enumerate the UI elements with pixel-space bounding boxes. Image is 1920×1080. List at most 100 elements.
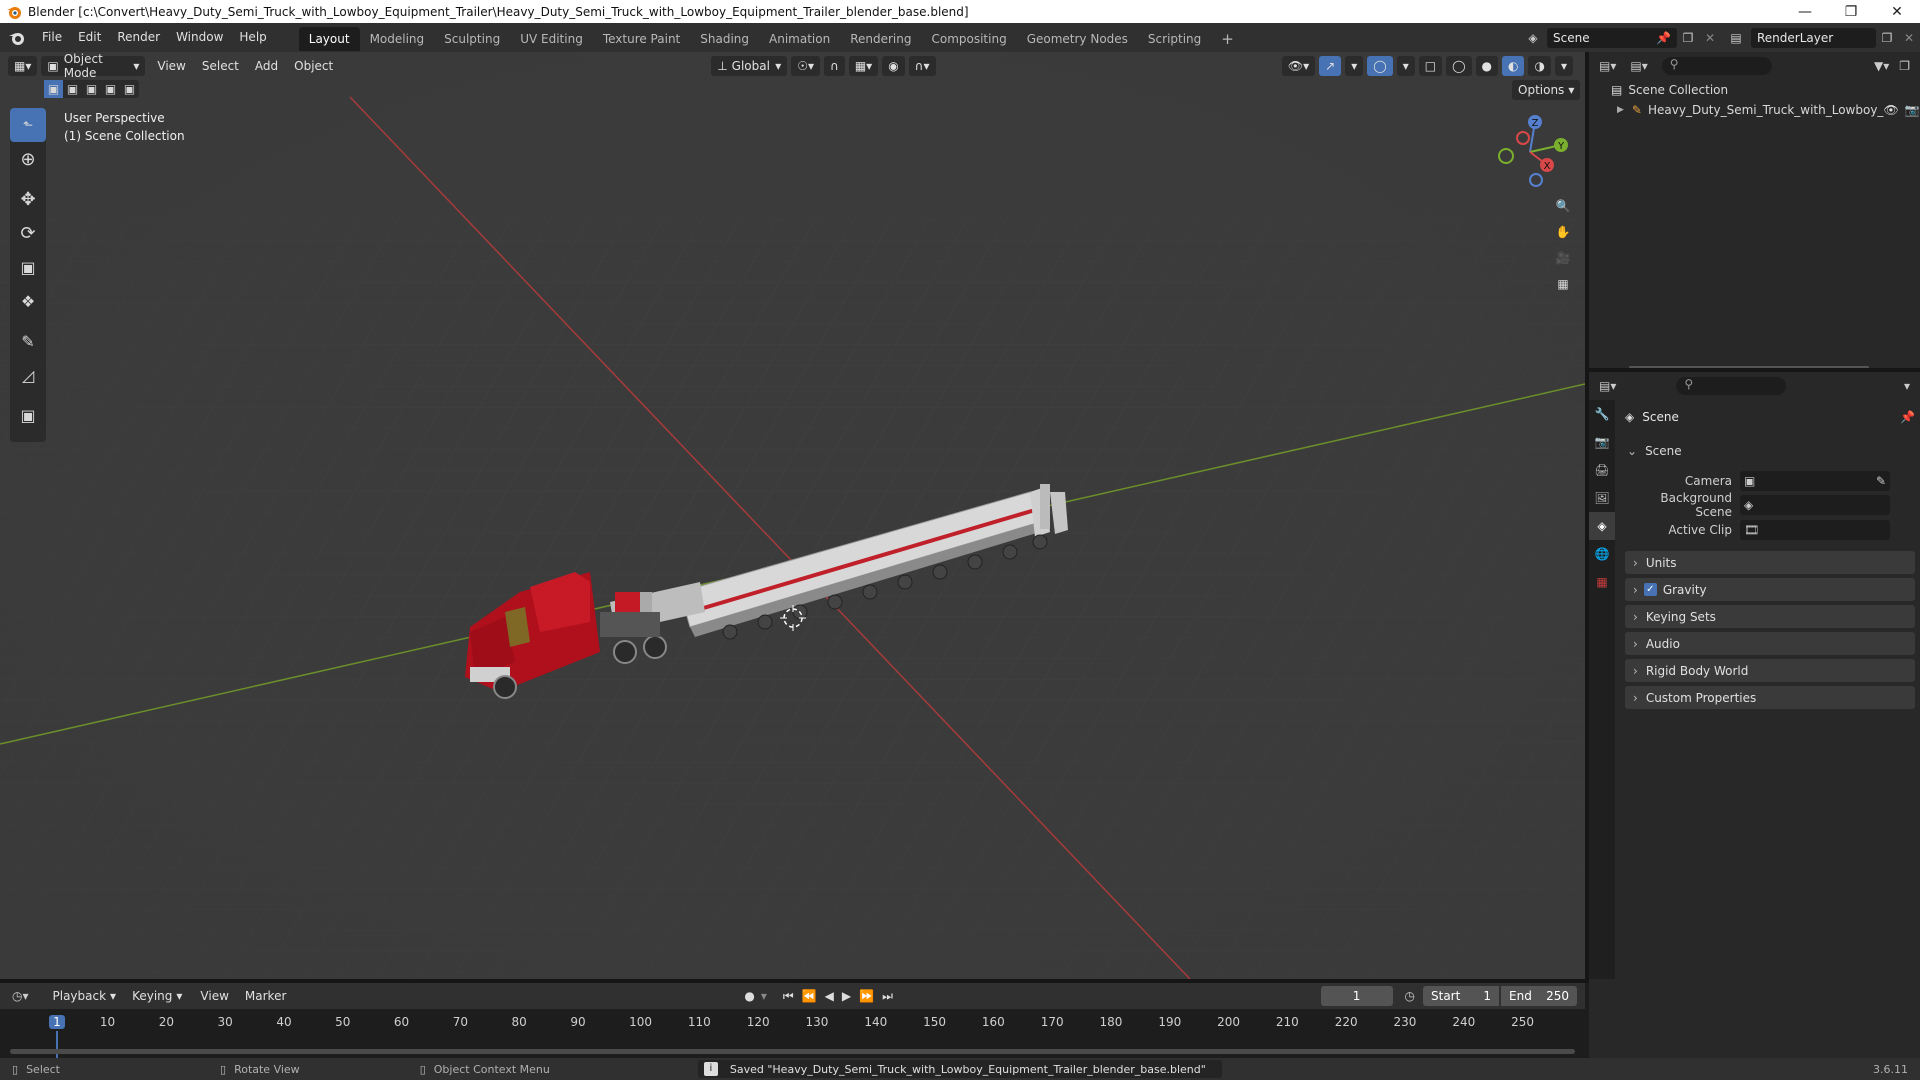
menu-timeline-view[interactable]: View	[192, 989, 236, 1003]
prev-keyframe-icon[interactable]: ⏪	[802, 989, 817, 1003]
outliner-search-field[interactable]: ⚲	[1661, 57, 1772, 75]
editor-type-button[interactable]: ▦ ▾	[8, 56, 38, 76]
3d-viewport[interactable]	[0, 52, 1585, 979]
view-layer-selector[interactable]: RenderLayer	[1751, 27, 1876, 48]
tab-animation[interactable]: Animation	[759, 27, 840, 51]
select-invert-icon[interactable]: ▣	[101, 80, 120, 98]
tab-geometry-nodes[interactable]: Geometry Nodes	[1017, 27, 1138, 51]
tab-uv-editing[interactable]: UV Editing	[510, 27, 593, 51]
add-cube-tool[interactable]: ▣	[10, 398, 46, 432]
eye-icon[interactable]: 👁	[1883, 103, 1898, 117]
move-tool[interactable]: ✥	[10, 182, 46, 216]
orientation-label[interactable]: Global	[732, 59, 770, 73]
shading-wireframe-button[interactable]: ◯	[1446, 56, 1472, 76]
tab-modeling[interactable]: Modeling	[360, 27, 435, 51]
menu-marker[interactable]: Marker	[237, 989, 294, 1003]
shading-dropdown[interactable]: ▾	[1554, 56, 1573, 76]
next-keyframe-icon[interactable]: ⏩	[859, 989, 874, 1003]
tab-layout[interactable]: Layout	[298, 27, 360, 51]
scale-tool[interactable]: ▣	[10, 250, 46, 284]
close-icon[interactable]: ✕	[1874, 0, 1920, 23]
start-frame-field[interactable]: Start 1	[1423, 986, 1499, 1006]
visibility-button[interactable]: 👁 ▾	[1281, 56, 1316, 76]
display-mode-icon[interactable]: ▤▾	[1630, 59, 1647, 73]
world-tab[interactable]: 🌐	[1589, 540, 1615, 568]
navigation-gizmo[interactable]: Z Y X	[1490, 112, 1570, 192]
outliner-row[interactable]: ▶ ✎ Heavy_Duty_Semi_Truck_with_Lowboy_ 👁…	[1589, 100, 1920, 120]
play-icon[interactable]: ▶	[842, 989, 851, 1003]
chevron-down-icon[interactable]: ▾	[1904, 379, 1910, 393]
gravity-checkbox[interactable]: ✓	[1643, 583, 1657, 596]
outliner-editor-icon[interactable]: ▤▾	[1599, 59, 1616, 73]
select-new-icon[interactable]: ▣	[44, 80, 63, 98]
perspective-grid-icon[interactable]: ▦	[1550, 271, 1576, 297]
tab-scripting[interactable]: Scripting	[1138, 27, 1211, 51]
keying-label[interactable]: Keying	[132, 989, 172, 1003]
cursor-tool[interactable]: ⊕	[10, 142, 46, 176]
render-tab[interactable]: 📷	[1589, 428, 1615, 456]
jump-end-icon[interactable]: ⏭	[882, 989, 893, 1004]
menu-edit[interactable]: Edit	[70, 23, 109, 52]
blender-menu-icon[interactable]	[4, 28, 34, 48]
background-scene-field[interactable]: ◈	[1740, 495, 1890, 515]
menu-playback[interactable]: Playback ▾	[47, 986, 123, 1006]
menu-help[interactable]: Help	[231, 23, 274, 52]
play-reverse-icon[interactable]: ◀	[825, 989, 834, 1003]
minimize-icon[interactable]: —	[1782, 0, 1828, 23]
select-box-tool[interactable]: ⬑	[10, 108, 46, 142]
options-label[interactable]: Options	[1518, 83, 1564, 97]
add-workspace-button[interactable]: +	[1211, 27, 1244, 51]
camera-view-icon[interactable]: 🎥	[1550, 245, 1576, 271]
select-intersect-icon[interactable]: ▣	[120, 80, 139, 98]
scene-tab[interactable]: ◈	[1589, 512, 1615, 540]
view-layer-icon[interactable]: ▤	[1721, 31, 1751, 45]
delete-view-layer-icon[interactable]: ✕	[1898, 31, 1920, 45]
transform-orientation-selector[interactable]: ⊥ Global ▾	[711, 56, 788, 76]
menu-keying[interactable]: Keying ▾	[126, 986, 188, 1006]
tool-tab[interactable]: 🔧	[1589, 400, 1615, 428]
panel-keying-sets[interactable]: › Keying Sets	[1625, 605, 1915, 628]
filter-icon[interactable]: ▼▾	[1874, 59, 1889, 73]
mode-selector[interactable]: ▣ Object Mode ▾	[41, 52, 146, 80]
end-value[interactable]: 250	[1546, 989, 1569, 1003]
chevron-down-icon[interactable]: ▾	[761, 989, 767, 1003]
new-collection-icon[interactable]: ❐	[1899, 59, 1910, 73]
shading-solid-button[interactable]: ●	[1475, 56, 1498, 76]
scene-collection-label[interactable]: Scene Collection	[1628, 83, 1728, 97]
zoom-icon[interactable]: 🔍	[1550, 193, 1576, 219]
panel-custom-properties[interactable]: › Custom Properties	[1625, 686, 1915, 709]
scene-icon[interactable]: ◈	[1519, 31, 1547, 45]
menu-object[interactable]: Object	[286, 59, 341, 73]
menu-view[interactable]: View	[149, 59, 193, 73]
tab-texture-paint[interactable]: Texture Paint	[593, 27, 690, 51]
delete-scene-icon[interactable]: ✕	[1699, 31, 1721, 45]
options-button[interactable]: Options ▾	[1512, 80, 1581, 100]
xray-toggle[interactable]: □	[1418, 56, 1443, 76]
mode-label[interactable]: Object Mode	[64, 52, 134, 80]
select-extend-icon[interactable]: ▣	[63, 80, 82, 98]
proportional-edit-toggle[interactable]: ◉	[882, 56, 905, 76]
shading-rendered-button[interactable]: ◑	[1528, 56, 1551, 76]
annotate-tool[interactable]: ✎	[10, 324, 46, 358]
menu-add[interactable]: Add	[247, 59, 286, 73]
clock-icon[interactable]: ◷	[1405, 989, 1415, 1003]
timeline-scrollbar[interactable]	[10, 1049, 1575, 1054]
menu-window[interactable]: Window	[168, 23, 231, 52]
menu-file[interactable]: File	[34, 23, 70, 52]
measure-tool[interactable]: ◿	[10, 358, 46, 392]
jump-start-icon[interactable]: ⏮	[783, 989, 794, 1004]
end-frame-field[interactable]: End 250	[1501, 986, 1577, 1006]
camera-field[interactable]: ▣ ✎	[1740, 471, 1890, 491]
viewport-canvas[interactable]	[0, 52, 1585, 979]
panel-rigid-body-world[interactable]: › Rigid Body World	[1625, 659, 1915, 682]
eyedropper-icon[interactable]: ✎	[1876, 474, 1886, 488]
view-layer-tab[interactable]: 🖼	[1589, 484, 1615, 512]
falloff-button[interactable]: ∩ ▾	[908, 56, 936, 76]
properties-search-field[interactable]: ⚲	[1676, 377, 1787, 395]
tab-shading[interactable]: Shading	[690, 27, 759, 51]
expand-arrow-icon[interactable]: ▶	[1617, 105, 1624, 115]
timeline-editor-icon[interactable]: ◷▾	[12, 989, 29, 1003]
camera-render-icon[interactable]: 📷	[1905, 103, 1920, 117]
start-value[interactable]: 1	[1483, 989, 1491, 1003]
output-tab[interactable]: 🖨	[1589, 456, 1615, 484]
